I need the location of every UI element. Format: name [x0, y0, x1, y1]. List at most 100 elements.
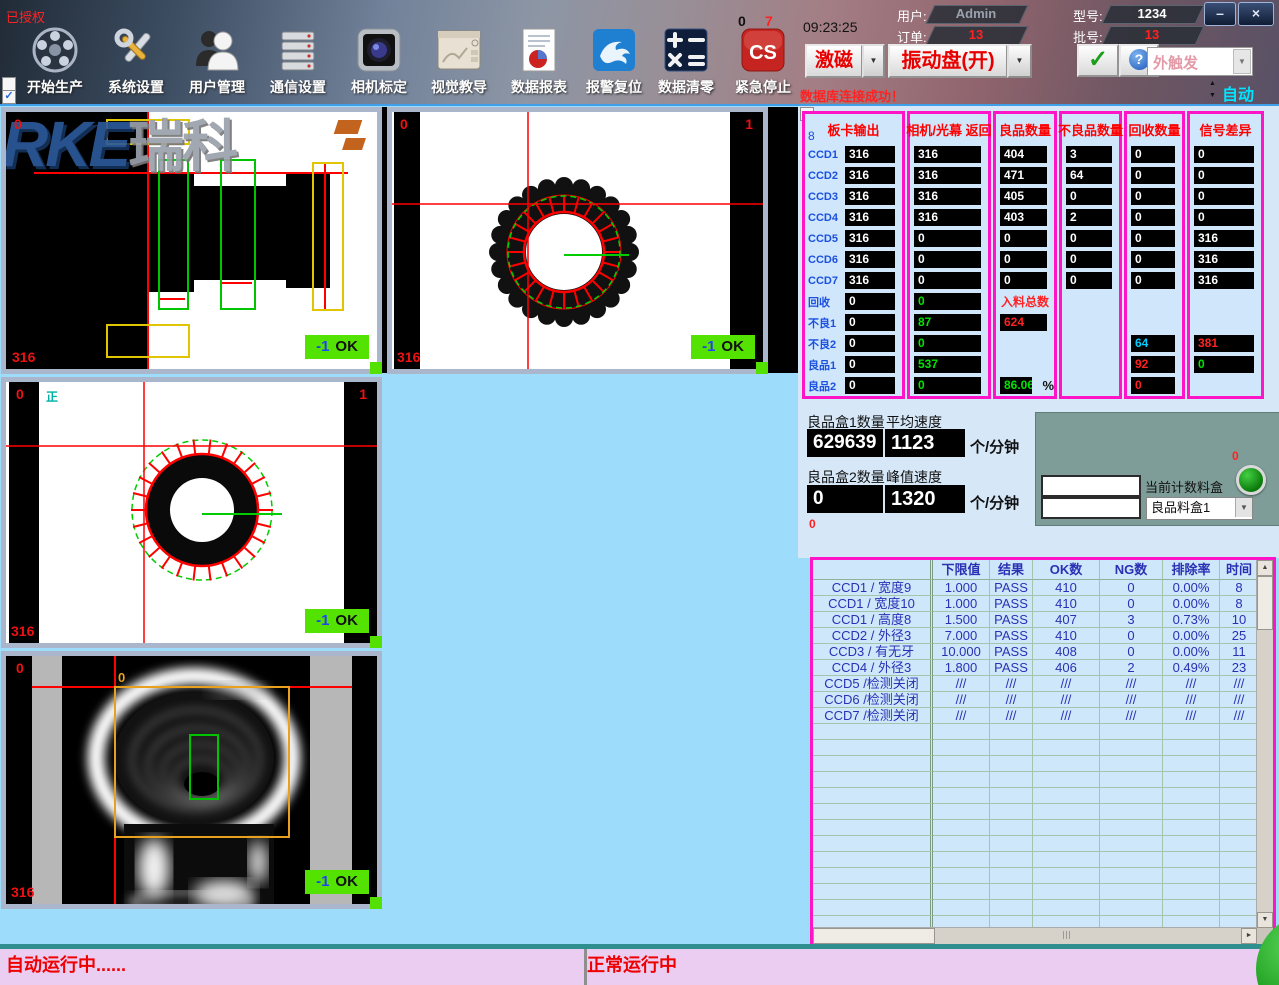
spin-up-icon[interactable]: ▲ [1209, 80, 1216, 87]
meas-cell: 410 [1033, 596, 1100, 612]
confirm-button[interactable]: ✓ [1077, 44, 1119, 77]
cam3-index: 0 [16, 386, 24, 402]
meas-cell: /// [1220, 692, 1257, 708]
meas-cell: 时间 [1220, 560, 1257, 580]
camera-calibration-button[interactable]: 相机标定 [333, 26, 425, 97]
meas-cell [933, 852, 990, 868]
meas-cell: CCD4 / 外径3 [813, 660, 933, 676]
meas-cell: 0.49% [1163, 660, 1220, 676]
io-row: 不良10 [805, 312, 902, 333]
io-row: 0 [910, 249, 988, 270]
meas-cell: /// [1220, 708, 1257, 724]
camera-view-2[interactable]: 0 1 316 -1OK [387, 107, 768, 374]
count-input-1[interactable] [1041, 475, 1141, 497]
clock: 09:23:25 [803, 19, 858, 35]
spin-down-icon[interactable]: ▼ [1209, 92, 1216, 99]
io-row [1190, 312, 1261, 333]
count-box-selector-panel: 当前计数料盒 良品料盒1 ▼ 0 [1035, 412, 1279, 526]
external-trigger-select[interactable]: 外触发 ▼ [1147, 47, 1253, 76]
io-row: 2 [1062, 207, 1119, 228]
horizontal-scrollbar[interactable]: ► [813, 927, 1257, 944]
io-group-0: 板卡输出8CCD1316CCD2316CCD3316CCD4316CCD5316… [802, 111, 905, 399]
emergency-stop-button[interactable]: CS 紧急停止 [717, 26, 809, 97]
meas-cell [1163, 820, 1220, 836]
camera-view-4[interactable]: 0 0 316 -1OK [1, 651, 382, 909]
meas-row [813, 724, 1257, 740]
scroll-right-icon[interactable]: ► [1241, 928, 1257, 944]
logo-accent [334, 120, 363, 134]
io-cell: 381 [1194, 335, 1254, 352]
io-cell: 0 [1066, 251, 1112, 268]
measurement-table: 下限值结果OK数NG数排除率时间CCD1 / 宽度91.000PASS41000… [810, 557, 1276, 947]
io-cell: 316 [845, 209, 895, 226]
io-cell: 0 [845, 293, 895, 310]
vertical-scrollbar[interactable]: ▲ ▼ [1256, 560, 1273, 928]
io-cell: 0 [1000, 272, 1047, 289]
vibrator-dropdown[interactable]: ▼ [1007, 44, 1032, 78]
meas-cell [813, 900, 933, 916]
meas-cell [1033, 804, 1100, 820]
scroll-up-icon[interactable]: ▲ [1257, 560, 1273, 576]
camera-view-1[interactable]: RKE瑞科 0 316 -1OK [1, 107, 382, 374]
meas-cell: PASS [990, 580, 1033, 596]
svg-text:CS: CS [749, 42, 777, 64]
app-window: 已授权 开始生产 系统设置 用户管理 通信设置 相机标定 视觉教导 数据报表 [0, 0, 1279, 985]
io-cell: 87 [914, 314, 981, 331]
meas-cell: /// [1033, 708, 1100, 724]
resize-handle[interactable] [370, 636, 382, 648]
meas-cell [1220, 788, 1257, 804]
toolbar-checkbox-2[interactable]: ✓ [2, 90, 16, 104]
communication-settings-button[interactable]: 通信设置 [252, 26, 344, 97]
minimize-button[interactable]: – [1204, 2, 1236, 26]
scroll-down-icon[interactable]: ▼ [1257, 912, 1273, 928]
scroll-thumb[interactable] [1257, 576, 1273, 630]
io-row: CCD7316 [805, 270, 902, 291]
meas-cell: 0.00% [1163, 580, 1220, 596]
demagnetize-button[interactable]: 激磁 [805, 44, 863, 78]
meas-cell: 23 [1220, 660, 1257, 676]
system-settings-button[interactable]: 系统设置 [90, 26, 182, 97]
meas-cell [1033, 756, 1100, 772]
io-cell: 0 [1000, 230, 1047, 247]
current-box-select[interactable]: 良品料盒1 ▼ [1146, 497, 1253, 520]
start-production-button[interactable]: 开始生产 [9, 26, 101, 97]
io-row [996, 333, 1054, 354]
toolbar-checkbox-1[interactable] [2, 77, 16, 91]
demagnetize-dropdown[interactable]: ▼ [862, 44, 885, 78]
server-icon [274, 26, 322, 74]
user-management-button[interactable]: 用户管理 [171, 26, 263, 97]
meas-cell [990, 772, 1033, 788]
meas-cell [1100, 724, 1163, 740]
meas-cell [1033, 740, 1100, 756]
meas-cell: /// [1163, 708, 1220, 724]
roi-green [220, 159, 256, 310]
io-group-header: 不良品数量 [1062, 114, 1119, 144]
status-bar: 自动运行中...... 正常运行中 [0, 944, 1279, 985]
authorized-label: 已授权 [6, 7, 45, 26]
io-row: 316 [1190, 228, 1261, 249]
io-row: 0 [910, 228, 988, 249]
vision-teaching-button[interactable]: 视觉教导 [413, 26, 505, 97]
meas-cell: CCD1 / 宽度9 [813, 580, 933, 596]
meas-cell: 1.500 [933, 612, 990, 628]
resize-handle[interactable] [370, 362, 382, 374]
meas-cell [1100, 836, 1163, 852]
camera3-image: 正 0 1 316 -1OK [6, 382, 377, 643]
status-left: 自动运行中...... [0, 949, 587, 985]
io-row [1190, 375, 1261, 396]
io-cell: 0 [914, 293, 981, 310]
camera-view-3[interactable]: 正 0 1 316 -1OK [1, 377, 382, 648]
meas-cell [1220, 804, 1257, 820]
io-row: 0 [1062, 270, 1119, 291]
meas-cell: 1.000 [933, 596, 990, 612]
scroll-thumb[interactable] [813, 928, 935, 944]
vibrator-button[interactable]: 振动盘(开) [888, 44, 1008, 78]
meas-row [813, 820, 1257, 836]
close-button[interactable]: × [1238, 2, 1274, 26]
resize-handle[interactable] [370, 897, 382, 909]
resize-handle[interactable] [756, 362, 768, 374]
count-input-2[interactable] [1041, 497, 1141, 519]
meas-cell: 0.00% [1163, 644, 1220, 660]
meas-cell [1100, 756, 1163, 772]
io-row: CCD2316 [805, 165, 902, 186]
